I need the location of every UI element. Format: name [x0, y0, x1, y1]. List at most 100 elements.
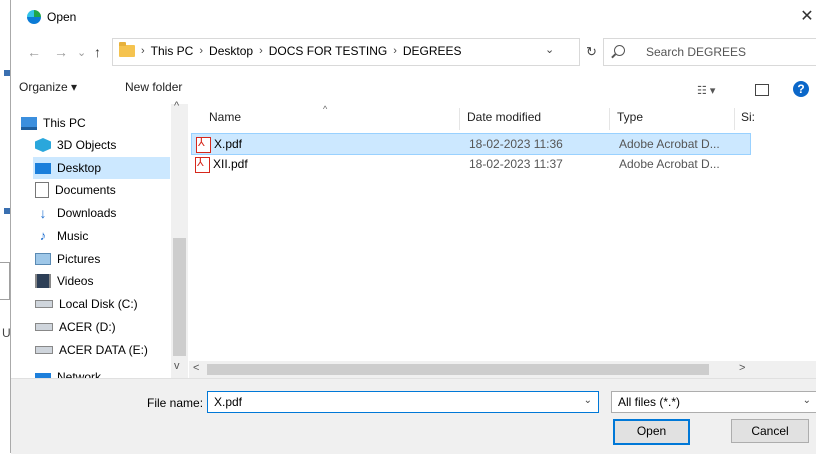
drive-icon: [35, 346, 53, 354]
breadcrumb-docs-for-testing[interactable]: DOCS FOR TESTING: [269, 44, 387, 58]
breadcrumb-separator[interactable]: ›: [199, 45, 203, 57]
new-folder-button[interactable]: New folder: [125, 80, 182, 94]
column-header-size[interactable]: Si:: [741, 110, 755, 124]
sidebar-item-videos[interactable]: Videos: [35, 270, 93, 292]
sidebar-item-3d-objects[interactable]: 3D Objects: [35, 134, 116, 156]
document-icon: [35, 182, 49, 198]
pdf-icon: [195, 156, 210, 173]
navigation-pane: This PC 3D Objects Desktop Documents ↓ D…: [11, 104, 171, 378]
sidebar-item-label: 3D Objects: [57, 138, 117, 152]
sidebar-item-acer-d[interactable]: ACER (D:): [35, 316, 116, 338]
command-bar: Organize ▾ New folder ☷ ▾ ?: [11, 74, 816, 102]
pictures-icon: [35, 253, 51, 265]
view-options-icon[interactable]: ☷ ▾: [697, 84, 715, 97]
file-date: 18-02-2023 11:36: [469, 137, 563, 151]
preview-pane-icon[interactable]: [755, 84, 769, 96]
scroll-right-icon[interactable]: >: [739, 362, 745, 374]
sidebar-item-label: Pictures: [57, 252, 101, 266]
file-list: Name ^ Date modified Type Si: X.pdf 18-0…: [189, 104, 816, 360]
search-placeholder: Search DEGREES: [646, 45, 747, 59]
breadcrumb-separator: ›: [141, 45, 145, 57]
back-arrow-icon[interactable]: ←: [27, 44, 41, 60]
sidebar-item-label: This PC: [43, 116, 86, 130]
sidebar-item-label: Local Disk (C:): [59, 297, 138, 311]
scroll-left-icon[interactable]: <: [193, 362, 199, 374]
desktop-icon: [35, 162, 51, 174]
sidebar-item-desktop[interactable]: Desktop: [33, 157, 170, 179]
column-divider[interactable]: [734, 108, 735, 130]
breadcrumb-separator[interactable]: ›: [259, 45, 263, 57]
sidebar-item-label: ACER DATA (E:): [59, 343, 148, 357]
file-type-value: All files (*.*): [618, 395, 681, 409]
navigation-scrollbar[interactable]: ^ v: [171, 100, 188, 378]
sidebar-item-local-disk-c[interactable]: Local Disk (C:): [35, 293, 138, 315]
scrollbar-thumb[interactable]: [207, 364, 709, 375]
sidebar-item-documents[interactable]: Documents: [35, 179, 116, 201]
column-header-date-modified[interactable]: Date modified: [467, 110, 541, 124]
breadcrumb-desktop[interactable]: Desktop: [209, 44, 253, 58]
dialog-footer: File name: ⌄ All files (*.*) ⌄ Open Canc…: [11, 378, 816, 454]
sidebar-item-label: Network: [57, 370, 102, 378]
file-name-field[interactable]: ⌄: [207, 391, 599, 413]
address-bar[interactable]: › This PC › Desktop › DOCS FOR TESTING ›…: [112, 38, 580, 66]
cube-icon: [35, 138, 51, 152]
open-button[interactable]: Open: [613, 419, 690, 445]
disk-icon: [35, 300, 53, 308]
chevron-down-icon[interactable]: ⌄: [584, 395, 592, 406]
file-type: Adobe Acrobat D...: [619, 157, 720, 171]
sort-ascending-icon: ^: [323, 104, 328, 114]
file-name-label: File name:: [147, 396, 204, 410]
search-icon: [614, 45, 625, 56]
sidebar-item-music[interactable]: ♪ Music: [35, 225, 89, 247]
breadcrumb-degrees[interactable]: DEGREES: [403, 44, 462, 58]
chevron-down-icon: ⌄: [802, 395, 811, 406]
file-name: XII.pdf: [213, 157, 248, 171]
search-box[interactable]: Search DEGREES: [603, 38, 816, 66]
column-divider[interactable]: [609, 108, 610, 130]
sidebar-item-this-pc[interactable]: This PC: [21, 112, 86, 134]
breadcrumb-this-pc[interactable]: This PC: [151, 44, 194, 58]
column-divider[interactable]: [459, 108, 460, 130]
sidebar-item-acer-data-e[interactable]: ACER DATA (E:): [35, 339, 148, 361]
breadcrumb: › This PC › Desktop › DOCS FOR TESTING ›…: [141, 44, 462, 58]
column-header-name[interactable]: Name: [209, 110, 241, 124]
refresh-icon[interactable]: ↻: [586, 44, 597, 60]
folder-icon: [119, 42, 135, 57]
sidebar-item-network[interactable]: Network: [35, 366, 101, 378]
sidebar-item-label: Documents: [55, 183, 116, 197]
drive-icon: [35, 323, 53, 331]
sidebar-item-label: ACER (D:): [59, 320, 116, 334]
up-arrow-icon[interactable]: ↑: [94, 44, 101, 60]
download-icon: ↓: [39, 205, 47, 221]
window-title: Open: [47, 10, 77, 24]
scrollbar-thumb[interactable]: [173, 238, 186, 356]
table-row[interactable]: XII.pdf 18-02-2023 11:37 Adobe Acrobat D…: [191, 154, 751, 174]
scroll-up-icon[interactable]: ^: [174, 100, 179, 112]
file-list-scrollbar[interactable]: < >: [189, 361, 816, 378]
sidebar-item-downloads[interactable]: ↓ Downloads: [35, 202, 117, 224]
computer-icon: [21, 116, 37, 130]
close-button[interactable]: ✕: [797, 4, 816, 30]
file-name: X.pdf: [214, 137, 243, 151]
recent-locations-icon[interactable]: ⌄: [77, 46, 86, 59]
file-name-input[interactable]: [212, 394, 566, 410]
sidebar-item-label: Downloads: [57, 206, 117, 220]
title-bar: Open ✕: [11, 0, 816, 36]
pdf-icon: [196, 136, 211, 153]
open-dialog: Open ✕ ← → ⌄ ↑ › This PC › Desktop › DOC…: [10, 0, 816, 454]
forward-arrow-icon[interactable]: →: [54, 44, 68, 60]
file-type: Adobe Acrobat D...: [619, 137, 720, 151]
sidebar-item-label: Videos: [57, 274, 94, 288]
sidebar-item-pictures[interactable]: Pictures: [35, 248, 100, 270]
scroll-down-icon[interactable]: v: [174, 360, 180, 372]
column-header-type[interactable]: Type: [617, 110, 643, 124]
breadcrumb-separator[interactable]: ›: [393, 45, 397, 57]
music-icon: ♪: [39, 228, 47, 243]
table-row[interactable]: X.pdf 18-02-2023 11:36 Adobe Acrobat D..…: [191, 133, 751, 155]
cancel-button[interactable]: Cancel: [731, 419, 809, 443]
video-icon: [35, 274, 51, 288]
help-icon[interactable]: ?: [793, 81, 809, 97]
organize-button[interactable]: Organize ▾: [19, 80, 77, 94]
file-type-select[interactable]: All files (*.*) ⌄: [611, 391, 816, 413]
chevron-down-icon[interactable]: ⌄: [545, 43, 554, 56]
